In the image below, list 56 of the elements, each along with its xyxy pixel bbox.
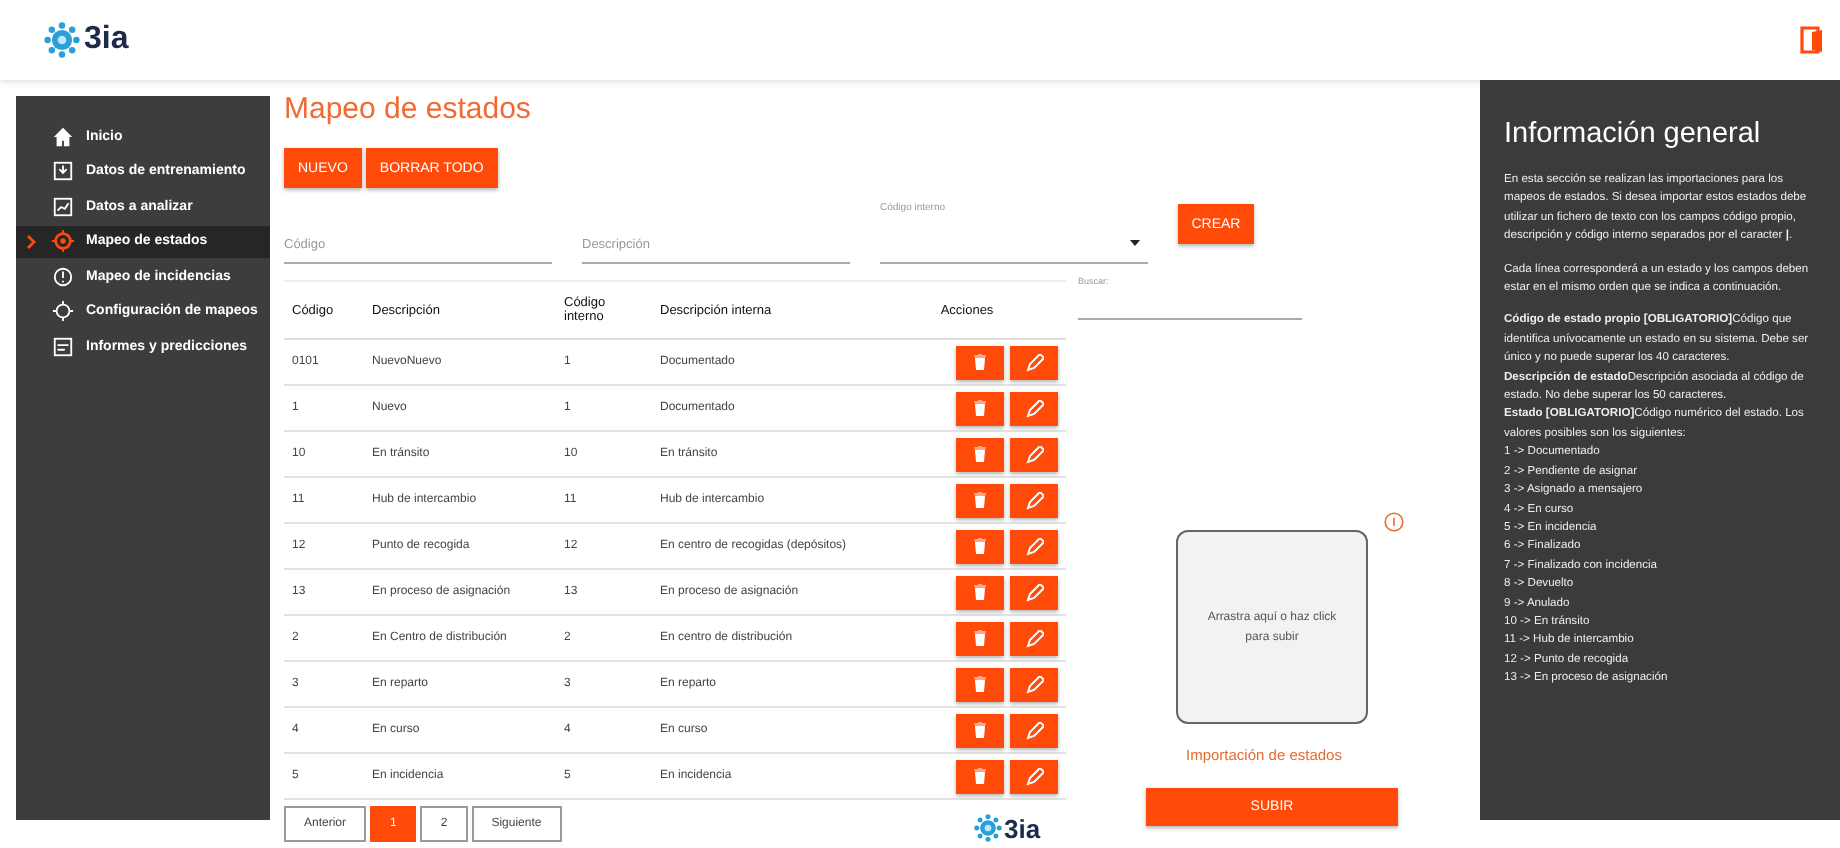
edit-button[interactable] <box>1010 345 1058 379</box>
trash-icon <box>974 492 986 508</box>
alert-icon <box>52 265 74 287</box>
trash-icon <box>974 400 986 416</box>
pencil-icon <box>1025 491 1043 509</box>
edit-button[interactable] <box>1010 575 1058 609</box>
trash-icon <box>974 446 986 462</box>
gear-logo-icon <box>44 22 80 58</box>
trash-icon <box>974 630 986 646</box>
edit-button[interactable] <box>1010 621 1058 655</box>
report-icon <box>52 335 74 357</box>
pencil-icon <box>1025 537 1043 555</box>
edit-button[interactable] <box>1010 391 1058 425</box>
delete-button[interactable] <box>956 575 1004 609</box>
pencil-icon <box>1025 767 1043 785</box>
pencil-icon <box>1025 399 1043 417</box>
gear-logo-icon <box>974 814 1002 842</box>
caret-down-icon <box>1130 240 1140 246</box>
download-icon <box>52 160 74 182</box>
home-icon <box>52 125 74 147</box>
pencil-icon <box>1025 721 1043 739</box>
delete-button[interactable] <box>956 529 1004 563</box>
edit-button[interactable] <box>1010 483 1058 517</box>
target-icon <box>52 230 74 252</box>
logo-text: 3ia <box>84 22 129 58</box>
page-title: Mapeo de estados <box>284 92 533 130</box>
edit-button[interactable] <box>1010 437 1058 471</box>
door-exit-icon <box>1800 26 1824 54</box>
delete-button[interactable] <box>956 621 1004 655</box>
trash-icon <box>974 354 986 370</box>
delete-button[interactable] <box>956 667 1004 701</box>
pencil-icon <box>1025 445 1043 463</box>
logo-text: 3ia <box>1004 815 1041 841</box>
edit-button[interactable] <box>1010 529 1058 563</box>
edit-button[interactable] <box>1010 667 1058 701</box>
trash-icon <box>974 676 986 692</box>
trash-icon <box>974 584 986 600</box>
edit-button[interactable] <box>1010 759 1058 793</box>
pencil-icon <box>1025 629 1043 647</box>
delete-button[interactable] <box>956 345 1004 379</box>
pencil-icon <box>1025 583 1043 601</box>
chart-icon <box>52 195 74 217</box>
trash-icon <box>974 722 986 738</box>
pencil-icon <box>1025 353 1043 371</box>
info-icon[interactable] <box>1384 512 1404 532</box>
delete-button[interactable] <box>956 437 1004 471</box>
pencil-icon <box>1025 675 1043 693</box>
delete-button[interactable] <box>956 483 1004 517</box>
info-title: Información general <box>1504 116 1763 152</box>
chevron-icon <box>26 233 36 249</box>
trash-icon <box>974 768 986 784</box>
delete-button[interactable] <box>956 391 1004 425</box>
delete-button[interactable] <box>956 759 1004 793</box>
trash-icon <box>974 538 986 554</box>
delete-button[interactable] <box>956 713 1004 747</box>
edit-button[interactable] <box>1010 713 1058 747</box>
